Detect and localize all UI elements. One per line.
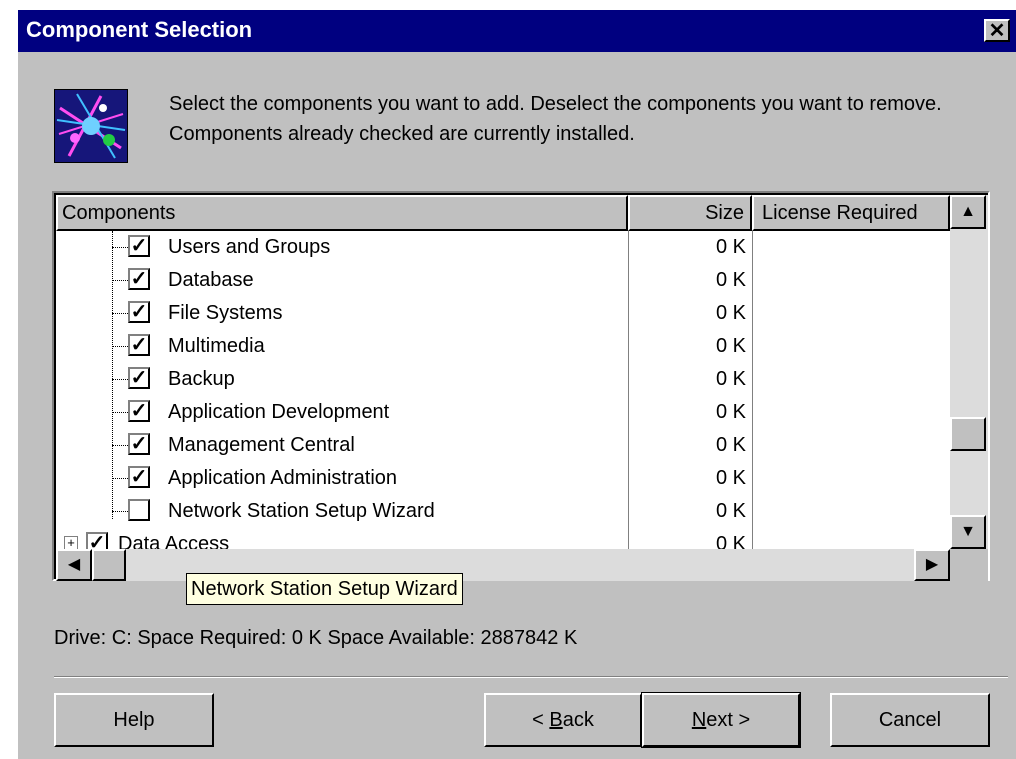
component-size: 0 K	[715, 368, 746, 390]
title-bar: Component Selection ✕	[18, 10, 1016, 52]
list-item[interactable]: ✓ Users and Groups 0 K	[56, 231, 950, 264]
horizontal-scroll-thumb[interactable]	[92, 549, 126, 581]
expand-plus-icon[interactable]: +	[64, 536, 78, 549]
component-checkbox[interactable]: ✓	[128, 334, 150, 356]
component-checkbox[interactable]: ✓	[128, 466, 150, 488]
list-item[interactable]: + ✓ Data Access 0 K	[56, 528, 950, 549]
scroll-left-arrow-icon[interactable]: ◀	[56, 549, 92, 581]
scroll-thumb[interactable]	[950, 417, 986, 451]
scroll-down-arrow-icon[interactable]: ▼	[950, 515, 986, 549]
instructions-text: Select the components you want to add. D…	[169, 93, 942, 145]
tree-connector	[112, 346, 128, 348]
cancel-button[interactable]: Cancel	[830, 693, 990, 747]
scroll-right-arrow-icon[interactable]: ▶	[914, 549, 950, 581]
component-checkbox[interactable]: ✓	[128, 235, 150, 257]
scrollbar-corner	[950, 549, 988, 581]
component-label: Network Station Setup Wizard	[168, 500, 435, 522]
component-label: Data Access	[118, 533, 230, 549]
tooltip: Network Station Setup Wizard	[186, 573, 463, 605]
component-label: Application Development	[168, 401, 390, 423]
close-icon: ✕	[988, 19, 1006, 42]
component-size: 0 K	[715, 467, 746, 489]
component-selection-dialog: Component Selection ✕ Select the compone…	[18, 10, 1016, 759]
list-item[interactable]: ✓ Management Central 0 K	[56, 429, 950, 462]
list-item[interactable]: ✓ Database 0 K	[56, 264, 950, 297]
component-checkbox[interactable]: ✓	[128, 400, 150, 422]
list-item[interactable]: ✓ Multimedia 0 K	[56, 330, 950, 363]
next-button[interactable]: Next >	[641, 692, 801, 748]
component-size: 0 K	[715, 434, 746, 456]
tree-connector	[112, 445, 128, 447]
back-button-label: < Back	[532, 708, 594, 731]
list-item[interactable]: ✓ File Systems 0 K	[56, 297, 950, 330]
component-label: Users and Groups	[168, 236, 331, 258]
back-button[interactable]: < Back	[484, 693, 642, 747]
list-item[interactable]: ✓ Application Development 0 K	[56, 396, 950, 429]
column-divider	[752, 231, 753, 549]
component-checkbox[interactable]: ✓	[128, 433, 150, 455]
vertical-scrollbar[interactable]: ▲ ▼	[950, 195, 988, 549]
column-header-license-required[interactable]: License Required	[752, 195, 950, 231]
tree-connector	[112, 247, 128, 249]
column-divider	[628, 231, 629, 549]
components-listview[interactable]: Components Size License Required ✓ Users…	[52, 191, 990, 581]
next-button-label: Next >	[691, 708, 751, 731]
component-label: Backup	[168, 368, 235, 390]
list-header: Components Size License Required	[56, 195, 950, 231]
component-size: 0 K	[715, 500, 746, 522]
network-component-logo-icon	[54, 89, 128, 163]
tree-connector	[112, 412, 128, 414]
window-title: Component Selection	[26, 17, 253, 42]
component-checkbox[interactable]: ✓	[128, 268, 150, 290]
help-button[interactable]: Help	[54, 693, 214, 747]
component-size: 0 K	[715, 533, 746, 549]
column-header-size[interactable]: Size	[628, 195, 752, 231]
help-button-label: Help	[113, 708, 155, 731]
drive-space-status: Drive: C: Space Required: 0 K Space Avai…	[54, 627, 578, 649]
component-checkbox[interactable]: ✓	[128, 367, 150, 389]
list-item[interactable]: ✓ Application Administration 0 K	[56, 462, 950, 495]
close-button[interactable]: ✕	[984, 19, 1010, 42]
tree-connector	[112, 379, 128, 381]
component-label: Multimedia	[168, 335, 265, 357]
component-size: 0 K	[715, 335, 746, 357]
component-checkbox[interactable]	[128, 499, 150, 521]
component-label: Management Central	[168, 434, 355, 456]
component-rows: ✓ Users and Groups 0 K ✓ Database 0 K ✓ …	[56, 231, 950, 549]
component-label: Database	[168, 269, 254, 291]
component-size: 0 K	[715, 269, 746, 291]
component-size: 0 K	[715, 236, 746, 258]
list-item[interactable]: Network Station Setup Wizard 0 K	[56, 495, 950, 528]
column-header-components[interactable]: Components	[56, 195, 628, 231]
component-checkbox[interactable]: ✓	[86, 532, 108, 549]
component-size: 0 K	[715, 401, 746, 423]
tree-connector	[112, 280, 128, 282]
tree-connector	[112, 313, 128, 315]
cancel-button-label: Cancel	[878, 708, 942, 731]
separator-line-highlight	[54, 677, 1008, 678]
component-label: Application Administration	[168, 467, 398, 489]
component-checkbox[interactable]: ✓	[128, 301, 150, 323]
scroll-up-arrow-icon[interactable]: ▲	[950, 195, 986, 229]
list-item[interactable]: ✓ Backup 0 K	[56, 363, 950, 396]
tree-connector	[112, 478, 128, 480]
component-label: File Systems	[168, 302, 283, 324]
tree-connector	[112, 511, 128, 513]
component-size: 0 K	[715, 302, 746, 324]
